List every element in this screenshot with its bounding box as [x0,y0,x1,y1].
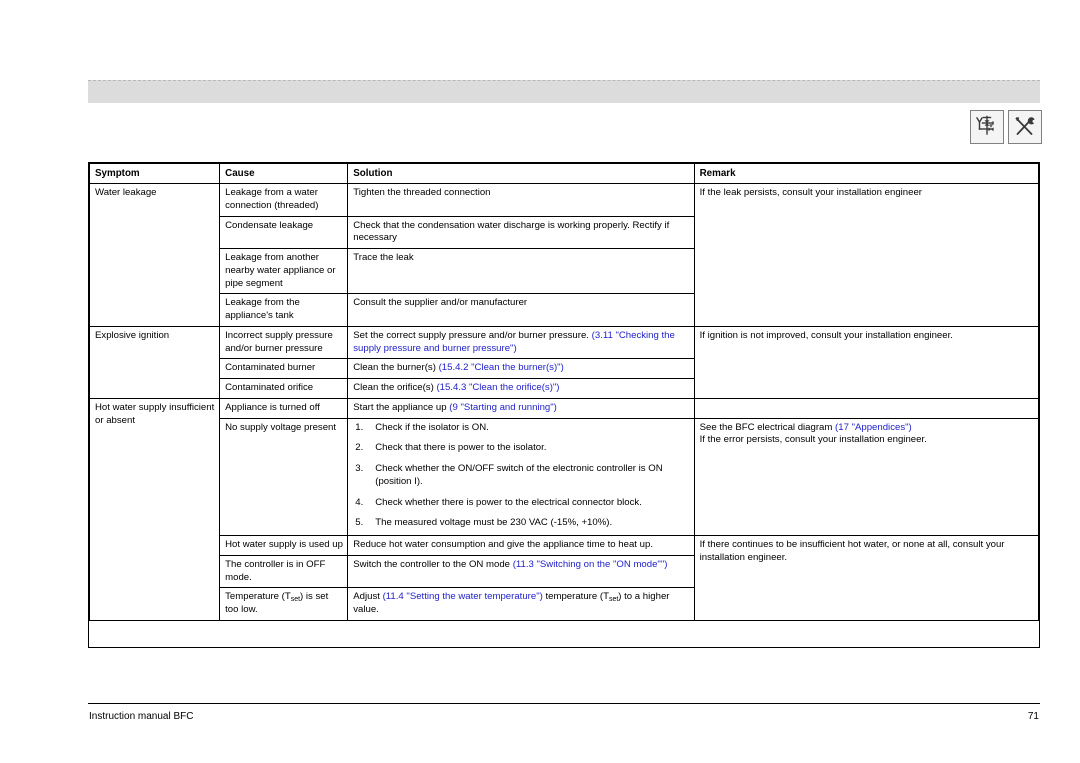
cross-reference-link[interactable]: (17 "Appendices") [835,422,912,433]
subscript-set: set [290,596,301,604]
remark-cell: See the BFC electrical diagram (17 "Appe… [693,417,1040,537]
cause-cell: Leakage from the appliance's tank [219,293,349,327]
footer-rule [88,703,1040,704]
solution-cell: Tighten the threaded connection [347,183,695,217]
cause-cell: Leakage from a water connection (threade… [219,183,349,217]
table-row: Hot water supply is used up Reduce hot w… [90,535,1040,621]
cause-cell: Appliance is turned off [219,397,349,419]
remark-cell: If ignition is not improved, consult you… [693,325,1040,399]
cross-reference-link[interactable]: (15.4.2 "Clean the burner(s)") [439,362,564,373]
cause-text: Temperature (T [225,591,291,603]
cause-cell: Condensate leakage [219,215,349,250]
cause-cell: Temperature (Tset) is set too low. [219,587,349,621]
solution-cell: Clean the burner(s) (15.4.2 "Clean the b… [347,358,695,380]
solution-step-list: Check if the isolator is ON. Check that … [353,422,689,531]
symptom-hot-water-supply: Hot water supply insufficient or absent [88,397,221,621]
remark-cell [693,397,1040,419]
solution-text: Clean the orifice(s) [353,382,437,394]
remark-text: If the error persists, consult your inst… [699,434,927,446]
footer-page-number: 71 [1027,711,1039,722]
cause-cell: The controller is in OFF mode. [219,554,349,589]
page-footer: Instruction manual BFC 71 [89,711,1039,722]
solution-text: Switch the controller to the ON mode [353,558,513,570]
troubleshooting-table: Symptom Cause Solution Remark Water leak… [88,162,1040,621]
list-item: The measured voltage must be 230 VAC (-1… [355,517,613,530]
solution-cell: Check if the isolator is ON. Check that … [347,417,695,537]
remark-cell: If the leak persists, consult your insta… [693,183,1040,327]
solution-cell: Reduce hot water consumption and give th… [347,535,695,556]
page-header-band [88,80,1040,103]
cross-reference-link[interactable]: (9 "Starting and running") [449,402,557,413]
list-item: Check that there is power to the isolato… [355,442,547,455]
solution-text: Adjust [353,591,383,603]
cross-reference-link[interactable]: (15.4.3 "Clean the orifice(s)") [436,382,559,393]
tools-icon [1008,110,1042,144]
cause-cell: Leakage from another nearby water applia… [219,248,349,295]
cause-cell: Contaminated burner [219,358,349,380]
solution-text: temperature (T [542,591,609,603]
cause-cell: No supply voltage present [219,417,349,537]
solution-text: Start the appliance up [353,401,450,413]
cross-reference-link[interactable]: (11.3 "Switching on the "ON mode"") [513,559,668,570]
solution-cell: Adjust (11.4 "Setting the water temperat… [347,587,695,621]
table-row: Water leakage Leakage from a water conne… [88,183,1040,327]
cross-reference-link[interactable]: (11.4 "Setting the water temperature") [383,591,543,602]
solution-cell: Consult the supplier and/or manufacturer [347,293,695,327]
cause-cell: Contaminated orifice [219,378,349,399]
column-header-solution: Solution [347,162,695,185]
solution-cell: Check that the condensation water discha… [347,215,695,250]
solution-text: Clean the burner(s) [353,362,439,374]
footer-document-title: Instruction manual BFC [89,711,194,722]
list-item: Check whether the ON/OFF switch of the e… [355,463,663,487]
header-icon-group [970,110,1042,144]
list-item: Check whether there is power to the elec… [355,496,642,510]
column-header-cause: Cause [219,162,349,185]
solution-cell: Switch the controller to the ON mode (11… [347,554,695,589]
list-item: Check if the isolator is ON. [355,421,489,435]
solution-text: Set the correct supply pressure and/or b… [353,329,592,341]
piping-schematic-icon [970,110,1004,144]
column-header-symptom: Symptom [88,162,221,185]
solution-cell: Trace the leak [347,248,695,295]
remark-cell: If there continues to be insufficient ho… [693,535,1040,621]
table-row: Hot water supply insufficient or absent … [88,397,1040,621]
remark-text: See the BFC electrical diagram [699,421,836,433]
table-row: No supply voltage present Check if the i… [90,417,1040,537]
table-header-row: Symptom Cause Solution Remark [88,162,1040,185]
solution-cell: Set the correct supply pressure and/or b… [347,325,695,360]
symptom-water-leakage: Water leakage [88,183,221,327]
column-header-remark: Remark [693,162,1040,185]
cause-cell: Incorrect supply pressure and/or burner … [219,325,349,360]
table-row: Explosive ignition Incorrect supply pres… [88,325,1040,399]
cause-cell: Hot water supply is used up [219,535,349,556]
subscript-set: set [608,596,619,604]
solution-cell: Clean the orifice(s) (15.4.3 "Clean the … [347,378,695,399]
solution-cell: Start the appliance up (9 "Starting and … [347,397,695,419]
symptom-explosive-ignition: Explosive ignition [88,325,221,399]
